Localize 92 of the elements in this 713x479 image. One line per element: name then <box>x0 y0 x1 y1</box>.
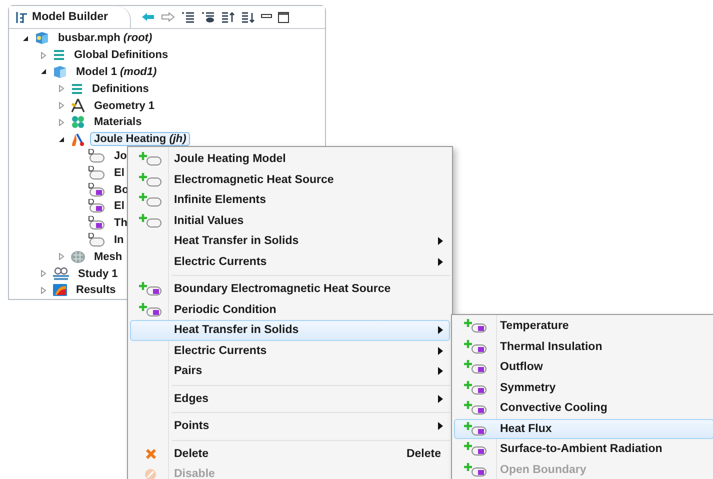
boundary-node-icon <box>88 199 106 214</box>
domain-node-icon <box>88 232 106 247</box>
submenu-arrow-icon <box>438 422 443 430</box>
add-domain-icon <box>138 152 162 166</box>
tree-item[interactable]: El <box>110 166 128 180</box>
menu-item[interactable]: Joule Heating Model <box>130 149 450 170</box>
menu-item[interactable]: Pairs <box>130 361 450 382</box>
study-icon <box>52 266 70 281</box>
expand-triangle-icon[interactable] <box>40 286 46 294</box>
menu-item[interactable]: Symmetry <box>454 378 713 398</box>
expand-triangle-icon[interactable] <box>40 270 46 278</box>
menu-item[interactable]: Convective Cooling <box>454 398 713 418</box>
add-boundary-icon <box>138 282 162 296</box>
add-boundary-icon <box>464 380 488 395</box>
tree-item[interactable]: Model 1 (mod1) <box>72 64 161 79</box>
minimize-icon[interactable] <box>261 14 272 20</box>
tree-item[interactable]: busbar.mph (root) <box>54 31 156 46</box>
domain-node-icon <box>88 166 106 180</box>
collapse-triangle-icon[interactable] <box>40 68 46 76</box>
add-boundary-icon <box>464 340 488 354</box>
tree-item[interactable]: Jo <box>110 148 131 163</box>
tree-item[interactable]: Materials <box>90 115 146 130</box>
back-arrow-icon[interactable] <box>141 12 156 22</box>
menu-item[interactable]: Surface-to-Ambient Radiation <box>454 439 713 460</box>
add-boundary-icon <box>464 422 488 436</box>
tree-item[interactable]: Results <box>72 283 120 298</box>
domain-node-icon <box>88 148 106 163</box>
menu-item[interactable]: Delete Delete <box>130 444 450 464</box>
tree-item[interactable]: Joule Heating (jh) <box>90 132 190 146</box>
menu-item[interactable]: Infinite Elements <box>130 190 450 210</box>
maximize-icon[interactable] <box>278 12 290 22</box>
tree-item[interactable]: Th <box>110 216 132 230</box>
boundary-node-icon <box>88 216 106 230</box>
disable-icon <box>144 468 157 479</box>
menu-item[interactable]: Electric Currents <box>130 252 450 272</box>
add-boundary-icon <box>464 401 488 416</box>
collapse-triangle-icon[interactable] <box>22 34 28 42</box>
add-boundary-icon <box>464 360 488 374</box>
forward-arrow-icon[interactable] <box>161 12 176 22</box>
submenu-arrow-icon <box>438 237 443 246</box>
submenu-arrow-icon <box>438 326 443 334</box>
menu-item[interactable]: Heat Transfer in Solids <box>130 231 450 252</box>
list-icon <box>52 49 66 62</box>
list-icon <box>70 82 84 95</box>
menu-item[interactable]: Heat Flux <box>454 418 713 439</box>
menu-item[interactable]: Initial Values <box>130 210 450 231</box>
compass-icon <box>70 98 86 114</box>
expand-triangle-icon[interactable] <box>58 253 64 260</box>
submenu-arrow-icon <box>438 394 443 403</box>
collapse-list-icon[interactable] <box>241 12 256 22</box>
expand-list-icon[interactable] <box>221 12 236 22</box>
collapse-triangle-icon[interactable] <box>58 136 64 143</box>
list-toolbar-icon[interactable] <box>181 12 196 22</box>
expand-triangle-icon[interactable] <box>58 102 64 110</box>
eye-list-icon[interactable] <box>201 12 216 22</box>
cube-icon <box>52 64 68 79</box>
tree-item[interactable]: In <box>110 232 128 247</box>
submenu-arrow-icon <box>438 346 443 355</box>
tree-item[interactable]: Mesh <box>90 250 126 264</box>
tree-item[interactable]: Study 1 <box>74 266 122 281</box>
add-boundary-icon <box>138 302 162 317</box>
tree-item[interactable]: Geometry 1 <box>90 98 159 113</box>
menu-item[interactable]: Electric Currents <box>130 340 450 361</box>
expand-triangle-icon[interactable] <box>58 85 64 92</box>
boundary-node-icon <box>88 182 106 197</box>
tree-item[interactable]: Definitions <box>88 82 153 96</box>
menu-item[interactable]: Edges <box>130 388 450 409</box>
menu-item[interactable]: Thermal Insulation <box>454 336 713 357</box>
menu-item[interactable]: Points <box>130 416 450 436</box>
menu-item[interactable]: Electromagnetic Heat Source <box>130 170 450 190</box>
mesh-icon <box>70 250 86 264</box>
menu-item[interactable]: Periodic Condition <box>130 300 450 320</box>
submenu-arrow-icon <box>438 258 443 266</box>
delete-icon <box>144 448 156 460</box>
add-domain-icon <box>138 214 162 228</box>
add-domain-icon <box>138 193 162 208</box>
add-boundary-icon <box>464 319 488 334</box>
expand-triangle-icon[interactable] <box>40 52 46 59</box>
menu-item[interactable]: Heat Transfer in Solids <box>130 320 450 340</box>
submenu-arrow-icon <box>438 367 443 376</box>
cube-file-icon <box>34 31 50 46</box>
expand-triangle-icon[interactable] <box>58 118 64 126</box>
tree-item[interactable]: El <box>110 199 128 214</box>
menu-item[interactable]: Temperature <box>454 316 713 336</box>
molecule-icon <box>70 115 86 130</box>
add-domain-icon <box>138 172 162 187</box>
menu-item[interactable]: Boundary Electromagnetic Heat Source <box>130 279 450 300</box>
menu-item[interactable]: Outflow <box>454 357 713 378</box>
tree-item[interactable]: Global Definitions <box>70 48 172 62</box>
add-boundary-icon <box>464 442 488 456</box>
tree-icon <box>15 10 28 24</box>
results-icon <box>52 283 68 298</box>
